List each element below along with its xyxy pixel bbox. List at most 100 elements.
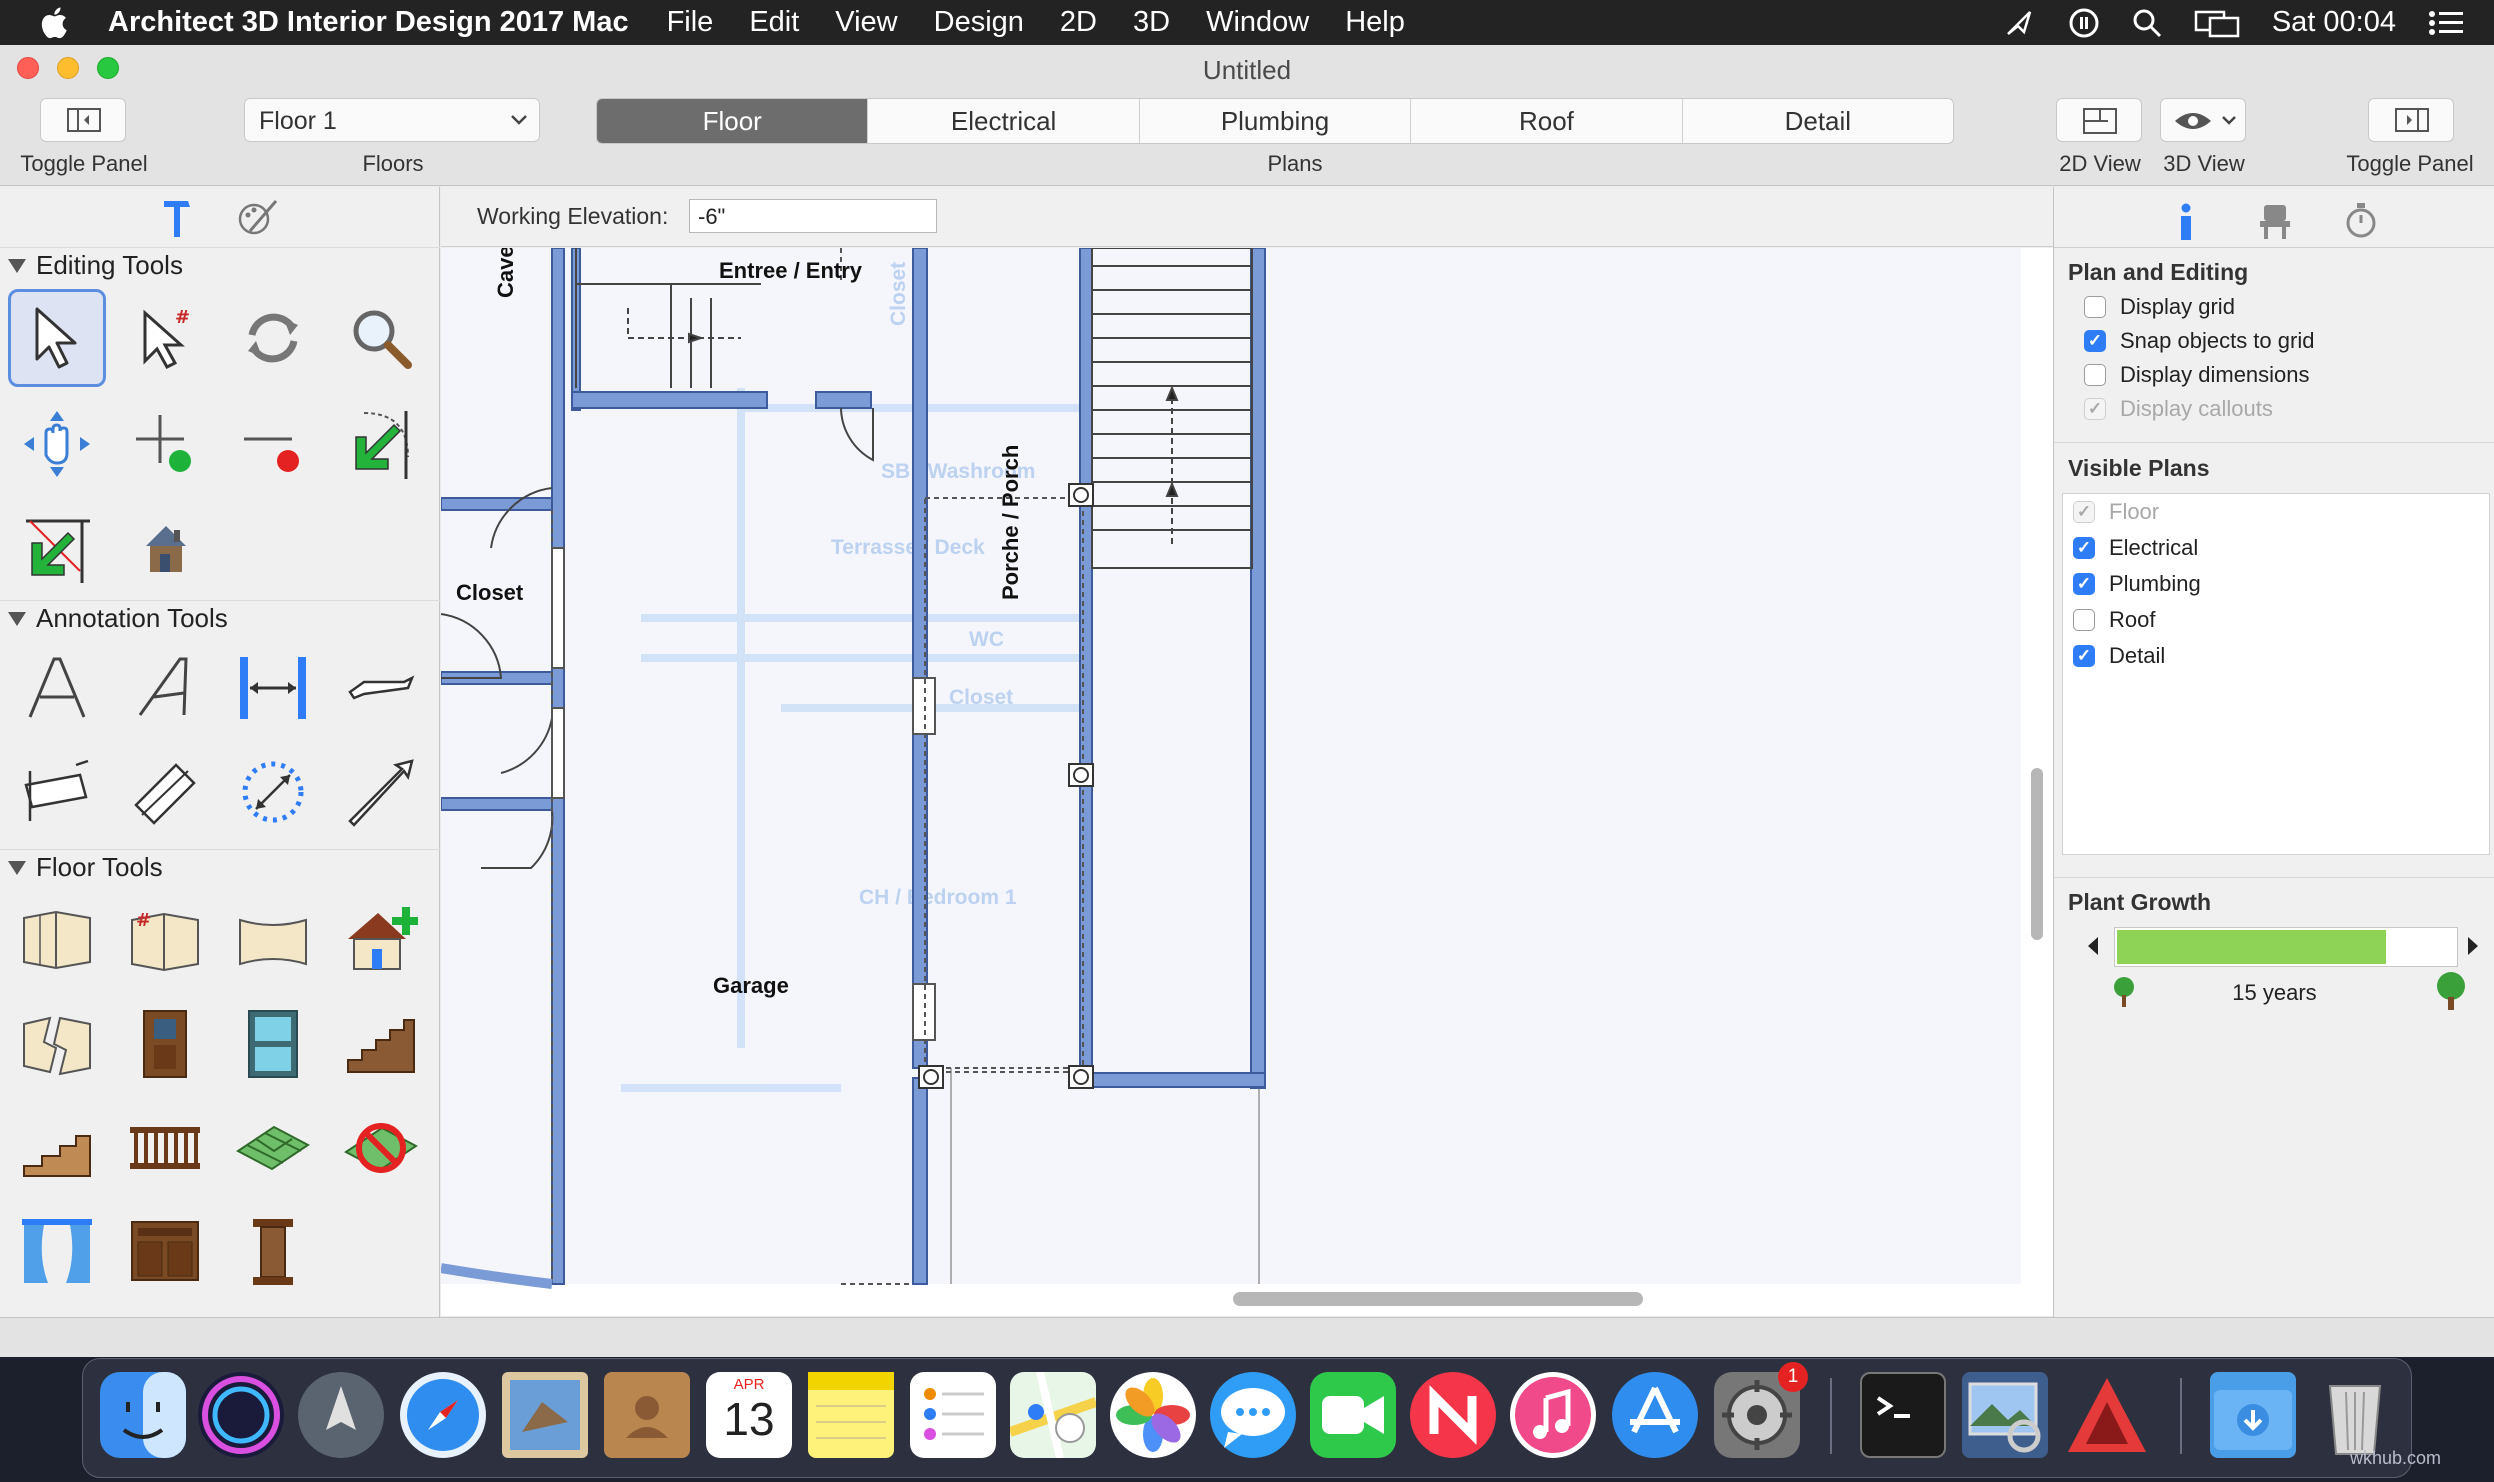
- contacts-icon[interactable]: [604, 1372, 690, 1458]
- news-icon[interactable]: [1410, 1372, 1496, 1458]
- trim-corner-tool[interactable]: [332, 395, 430, 493]
- measure-line-tool[interactable]: [332, 639, 430, 737]
- straight-stairs-tool[interactable]: [8, 1099, 106, 1197]
- roof-checkbox[interactable]: [2073, 609, 2095, 631]
- display-dimensions-option[interactable]: Display dimensions: [2084, 359, 2310, 391]
- diagonal-dimension-tool[interactable]: [116, 743, 214, 841]
- door-tool[interactable]: [116, 995, 214, 1093]
- curtain-tool[interactable]: [8, 1203, 106, 1301]
- messages-icon[interactable]: [1210, 1372, 1296, 1458]
- menu-2d[interactable]: 2D: [1060, 6, 1097, 39]
- terminal-icon[interactable]: [1860, 1372, 1946, 1458]
- siri-icon[interactable]: [198, 1372, 284, 1458]
- menu-help[interactable]: Help: [1345, 6, 1405, 39]
- apple-icon[interactable]: [38, 5, 74, 41]
- display-grid-option[interactable]: Display grid: [2084, 291, 2235, 323]
- plant-growth-slider[interactable]: [2114, 927, 2458, 967]
- visible-plan-plumbing[interactable]: ✓ Plumbing: [2073, 568, 2201, 600]
- facetime-icon[interactable]: [1310, 1372, 1396, 1458]
- detail-checkbox[interactable]: ✓: [2073, 645, 2095, 667]
- downloads-folder-icon[interactable]: [2210, 1372, 2296, 1458]
- menu-view[interactable]: View: [835, 6, 897, 39]
- increase-growth-icon[interactable]: [2466, 935, 2480, 957]
- app-name-menu[interactable]: Architect 3D Interior Design 2017 Mac: [108, 6, 629, 39]
- floor-grid-tool[interactable]: #: [116, 891, 214, 989]
- annotation-tools-header[interactable]: Annotation Tools: [0, 600, 440, 636]
- floor-select[interactable]: Floor 1: [244, 98, 540, 142]
- tab-roof[interactable]: Roof: [1411, 99, 1683, 143]
- plumbing-checkbox[interactable]: ✓: [2073, 573, 2095, 595]
- rotated-text-tool[interactable]: [116, 639, 214, 737]
- toggle-left-panel-button[interactable]: [40, 98, 126, 142]
- photos-icon[interactable]: [1110, 1372, 1196, 1458]
- safari-icon[interactable]: [400, 1372, 486, 1458]
- cabinet-tool[interactable]: [116, 1203, 214, 1301]
- horizontal-scrollbar[interactable]: [1233, 1292, 1643, 1306]
- display-dimensions-checkbox[interactable]: [2084, 364, 2106, 386]
- working-elevation-input[interactable]: -6": [689, 199, 937, 233]
- column-tool[interactable]: [224, 1203, 322, 1301]
- extend-wall-tool[interactable]: [8, 499, 106, 597]
- floor-tool[interactable]: [8, 891, 106, 989]
- floor-tools-header[interactable]: Floor Tools: [0, 849, 440, 885]
- chair-icon[interactable]: [2258, 203, 2292, 241]
- visible-plan-detail[interactable]: ✓ Detail: [2073, 640, 2165, 672]
- display-mirroring-icon[interactable]: [2194, 8, 2240, 38]
- railing-tool[interactable]: [116, 1099, 214, 1197]
- tab-floor[interactable]: Floor: [597, 99, 869, 143]
- radial-dimension-tool[interactable]: [224, 743, 322, 841]
- app-store-icon[interactable]: [1612, 1372, 1698, 1458]
- maps-icon[interactable]: [1008, 1371, 1098, 1459]
- tab-electrical[interactable]: Electrical: [868, 99, 1140, 143]
- text-tool[interactable]: [8, 639, 106, 737]
- floor-plan-canvas[interactable]: SB / Washroom Terrasse / Deck WC Closet …: [441, 248, 2053, 1316]
- stairs-tool[interactable]: [332, 995, 430, 1093]
- preview-icon[interactable]: [1962, 1372, 2048, 1458]
- toggle-right-panel-button[interactable]: [2368, 98, 2454, 142]
- zoom-tool[interactable]: [332, 289, 430, 387]
- 3d-view-button[interactable]: [2160, 98, 2246, 142]
- menu-edit[interactable]: Edit: [749, 6, 799, 39]
- floor-tiles-tool[interactable]: [224, 1099, 322, 1197]
- tab-detail[interactable]: Detail: [1683, 99, 1953, 143]
- cursor-status-icon[interactable]: [2004, 8, 2036, 38]
- select-grid-tool[interactable]: #: [116, 289, 214, 387]
- architect-3d-icon[interactable]: [2064, 1372, 2150, 1458]
- visible-plan-electrical[interactable]: ✓ Electrical: [2073, 532, 2198, 564]
- editing-tools-header[interactable]: Editing Tools: [0, 247, 440, 283]
- house-elevation-tool[interactable]: [116, 499, 214, 597]
- electrical-checkbox[interactable]: ✓: [2073, 537, 2095, 559]
- pause-status-icon[interactable]: [2068, 7, 2100, 39]
- select-tool[interactable]: [8, 289, 106, 387]
- menu-3d[interactable]: 3D: [1133, 6, 1170, 39]
- add-room-tool[interactable]: [332, 891, 430, 989]
- split-floor-tool[interactable]: [8, 995, 106, 1093]
- mail-stamp-icon[interactable]: [502, 1372, 588, 1458]
- display-grid-checkbox[interactable]: [2084, 296, 2106, 318]
- timer-icon[interactable]: [2344, 201, 2378, 241]
- remove-tiles-tool[interactable]: [332, 1099, 430, 1197]
- dimension-tool[interactable]: [224, 639, 322, 737]
- tab-plumbing[interactable]: Plumbing: [1140, 99, 1412, 143]
- ceiling-tool[interactable]: [224, 891, 322, 989]
- vertical-scrollbar[interactable]: [2031, 768, 2043, 940]
- hammer-icon[interactable]: [160, 195, 194, 239]
- 2d-view-button[interactable]: [2056, 98, 2142, 142]
- menu-design[interactable]: Design: [934, 6, 1024, 39]
- reminders-icon[interactable]: [910, 1372, 996, 1458]
- notification-center-icon[interactable]: [2428, 10, 2464, 36]
- menu-file[interactable]: File: [667, 6, 714, 39]
- snap-to-grid-option[interactable]: ✓ Snap objects to grid: [2084, 325, 2314, 357]
- info-icon[interactable]: [2174, 203, 2198, 241]
- palette-brush-icon[interactable]: [236, 195, 280, 239]
- trash-icon[interactable]: [2312, 1372, 2398, 1458]
- launchpad-icon[interactable]: [298, 1372, 384, 1458]
- rotate-tool[interactable]: [224, 289, 322, 387]
- pan-tool[interactable]: [8, 395, 106, 493]
- window-tool[interactable]: [224, 995, 322, 1093]
- itunes-icon[interactable]: [1510, 1372, 1596, 1458]
- decrease-growth-icon[interactable]: [2086, 935, 2100, 957]
- visible-plan-roof[interactable]: Roof: [2073, 604, 2155, 636]
- notes-icon[interactable]: [808, 1372, 894, 1458]
- menubar-clock[interactable]: Sat 00:04: [2272, 6, 2396, 39]
